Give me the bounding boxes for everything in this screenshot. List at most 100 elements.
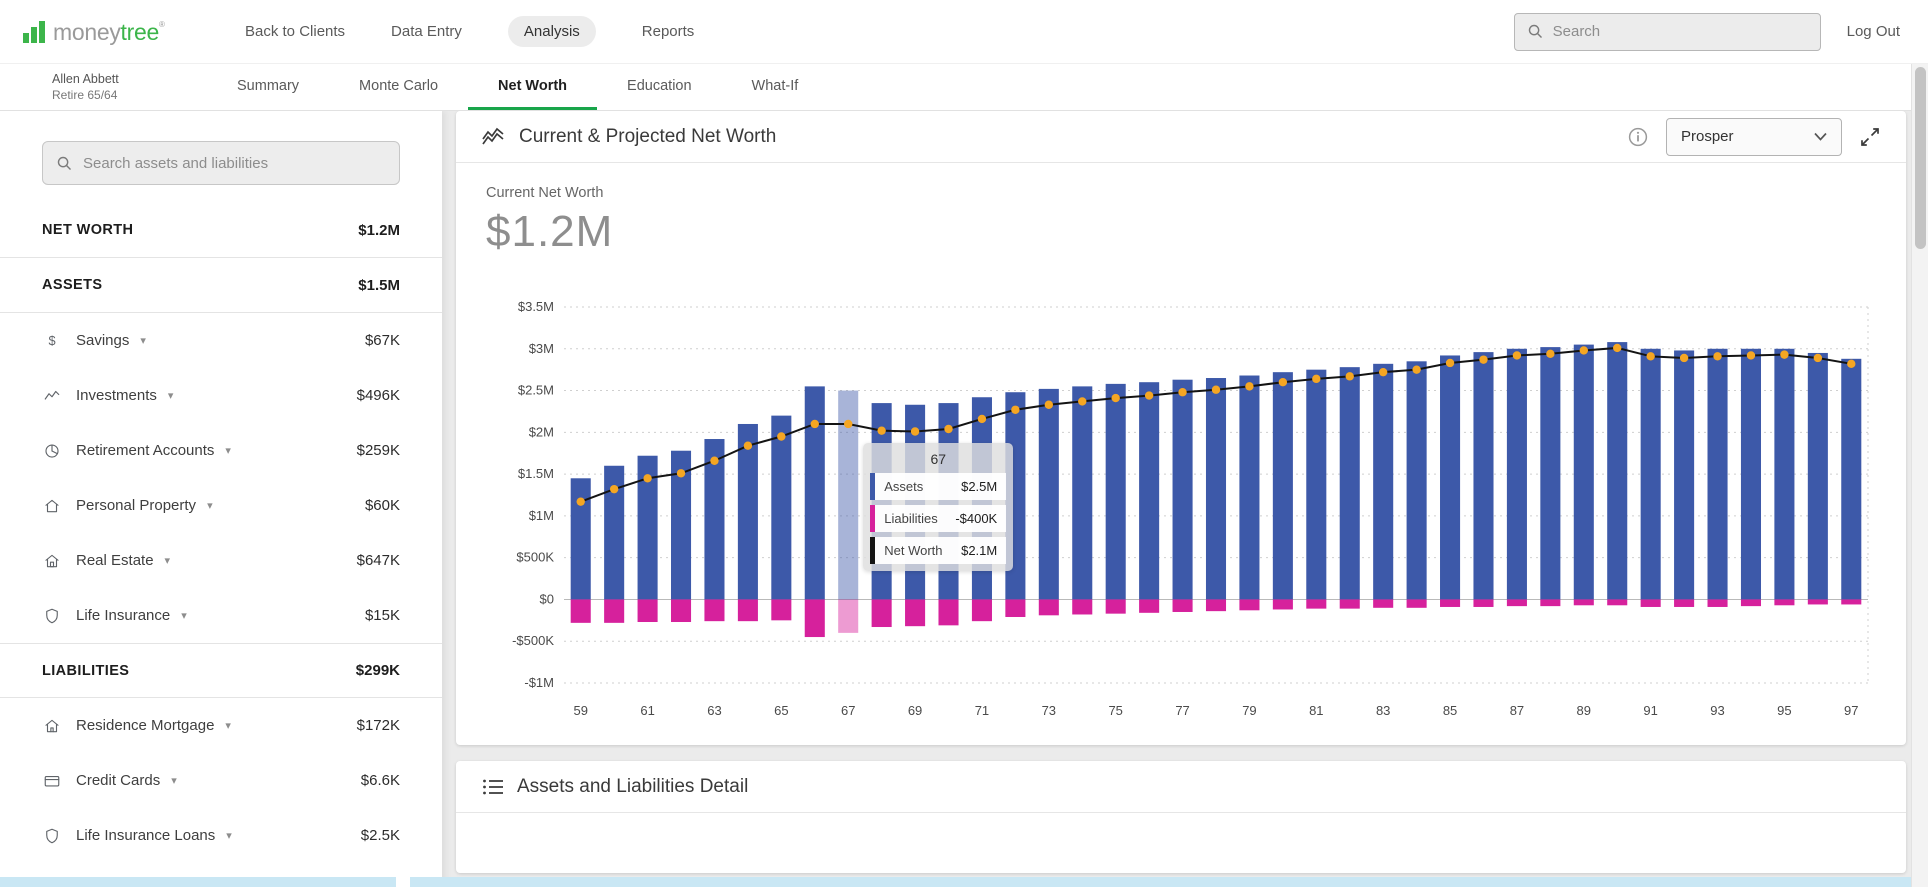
sidebar-item-savings[interactable]: $ Savings ▾ $67K [0,313,442,368]
net-worth-point[interactable] [1044,400,1054,409]
assets-bar[interactable] [771,415,792,600]
tab-monte-carlo[interactable]: Monte Carlo [329,64,468,110]
liabilities-bar[interactable] [1573,599,1594,606]
chevron-down-icon[interactable]: ▾ [168,389,174,402]
assets-bar[interactable] [1072,386,1093,600]
liabilities-bar[interactable] [1607,599,1628,606]
liabilities-bar[interactable] [971,599,992,622]
net-worth-point[interactable] [1378,367,1388,377]
assets-bar[interactable] [1707,348,1728,600]
liabilities-bar[interactable] [1373,599,1394,608]
sidebar-item-retirement-accounts[interactable]: Retirement Accounts ▾ $259K [0,423,442,478]
liabilities-bar[interactable] [670,599,692,623]
liabilities-bar[interactable] [771,599,792,621]
liabilities-bar[interactable] [570,599,591,623]
liabilities-bar[interactable] [1306,599,1327,609]
liabilities-bar[interactable] [1740,599,1762,607]
assets-bar[interactable] [1740,348,1762,600]
sidebar-item-personal-property[interactable]: Personal Property ▾ $60K [0,478,442,533]
tab-net-worth[interactable]: Net Worth [468,64,598,110]
sidebar-item-investments[interactable]: Investments ▾ $496K [0,368,442,423]
liabilities-bar[interactable] [1072,599,1093,615]
liabilities-bar[interactable] [1105,599,1126,614]
assets-bar[interactable] [1841,358,1862,600]
assets-bar[interactable] [1674,350,1695,600]
net-worth-point[interactable] [1445,358,1455,368]
liabilities-bar[interactable] [704,599,725,622]
net-worth-point[interactable] [1479,355,1488,364]
liabilities-bar[interactable] [1540,599,1561,607]
sidebar-item-life-insurance[interactable]: Life Insurance ▾ $15K [0,588,442,643]
liabilities-bar[interactable] [1239,599,1260,611]
net-worth-point[interactable] [1111,393,1120,403]
scrollbar-thumb[interactable] [1915,67,1926,249]
assets-bar[interactable] [1807,352,1828,600]
liabilities-bar[interactable] [871,599,892,628]
net-worth-point[interactable] [1245,382,1254,391]
net-worth-point[interactable] [1847,359,1856,369]
net-worth-point[interactable] [810,419,819,429]
nav-reports[interactable]: Reports [642,23,695,40]
chevron-down-icon[interactable]: ▾ [207,499,213,512]
assets-bar[interactable] [1473,352,1494,600]
chevron-down-icon[interactable]: ▾ [226,829,232,842]
liabilities-bar[interactable] [804,599,825,638]
liabilities-bar[interactable] [1440,599,1461,607]
assets-bar[interactable] [1440,355,1461,600]
sidebar-item-life-insurance-loans[interactable]: Life Insurance Loans ▾ $2.5K [0,808,442,863]
chevron-down-icon[interactable]: ▾ [140,334,146,347]
assets-bar[interactable] [1038,388,1059,600]
assets-bar[interactable] [1406,361,1427,600]
net-worth-point[interactable] [1312,374,1321,384]
net-worth-point[interactable] [1546,349,1555,358]
net-worth-point[interactable] [1512,351,1522,360]
sidebar-item-residence-mortgage[interactable]: Residence Mortgage ▾ $172K [0,698,442,753]
assets-bar[interactable] [1272,372,1293,600]
assets-bar[interactable] [737,423,758,600]
net-worth-point[interactable] [609,484,619,494]
net-worth-point[interactable] [1679,353,1689,363]
net-worth-point[interactable] [576,497,585,506]
nav-analysis[interactable]: Analysis [507,16,596,47]
net-worth-point[interactable] [877,426,886,435]
scenario-select[interactable]: Prosper [1666,117,1842,156]
liabilities-bar[interactable] [1406,599,1427,608]
liabilities-bar[interactable] [1038,599,1059,616]
net-worth-chart[interactable]: 67 Assets $2.5M Liabilities -$400K Net Worth… [486,293,1876,733]
assets-bar[interactable] [1640,348,1661,600]
sidebar-search[interactable] [42,141,400,185]
liabilities-bar[interactable] [905,599,926,627]
net-worth-point[interactable] [910,427,920,436]
logout-link[interactable]: Log Out [1847,23,1900,40]
assets-bar[interactable] [1172,379,1193,600]
assets-bar[interactable] [570,478,591,600]
net-worth-point[interactable] [1078,397,1087,406]
expand-icon[interactable] [1860,127,1880,147]
moneytree-logo[interactable]: moneytree® [22,20,207,44]
assets-bar[interactable] [1607,342,1628,600]
chevron-down-icon[interactable]: ▾ [225,719,231,732]
liabilities-bar[interactable] [737,599,758,622]
global-search[interactable] [1513,12,1821,51]
chevron-down-icon[interactable]: ▾ [171,774,177,787]
tab-what-if[interactable]: What-If [722,64,829,110]
net-worth-point[interactable] [844,419,853,429]
net-worth-point[interactable] [1780,350,1789,359]
net-worth-point[interactable] [1613,343,1622,353]
tab-education[interactable]: Education [597,64,722,110]
net-worth-point[interactable] [1579,346,1588,355]
net-worth-point[interactable] [777,432,786,441]
sidebar-search-input[interactable] [83,154,386,172]
vertical-scrollbar[interactable] [1911,64,1928,887]
sidebar-item-credit-cards[interactable]: Credit Cards ▾ $6.6K [0,753,442,808]
net-worth-point[interactable] [1178,388,1187,397]
assets-bar[interactable] [1139,382,1160,600]
net-worth-chart-svg[interactable]: $3.5M $3M $2.5M $2M $1.5M $1M $500K $0 -$500K -$1… [486,293,1876,723]
liabilities-bar[interactable] [1506,599,1527,607]
net-worth-point[interactable] [1011,405,1020,414]
net-worth-point[interactable] [1646,352,1655,361]
liabilities-bar[interactable] [1139,599,1160,613]
assets-bar[interactable] [1774,348,1795,600]
chevron-down-icon[interactable]: ▾ [225,444,231,457]
assets-bar[interactable] [1573,344,1594,600]
